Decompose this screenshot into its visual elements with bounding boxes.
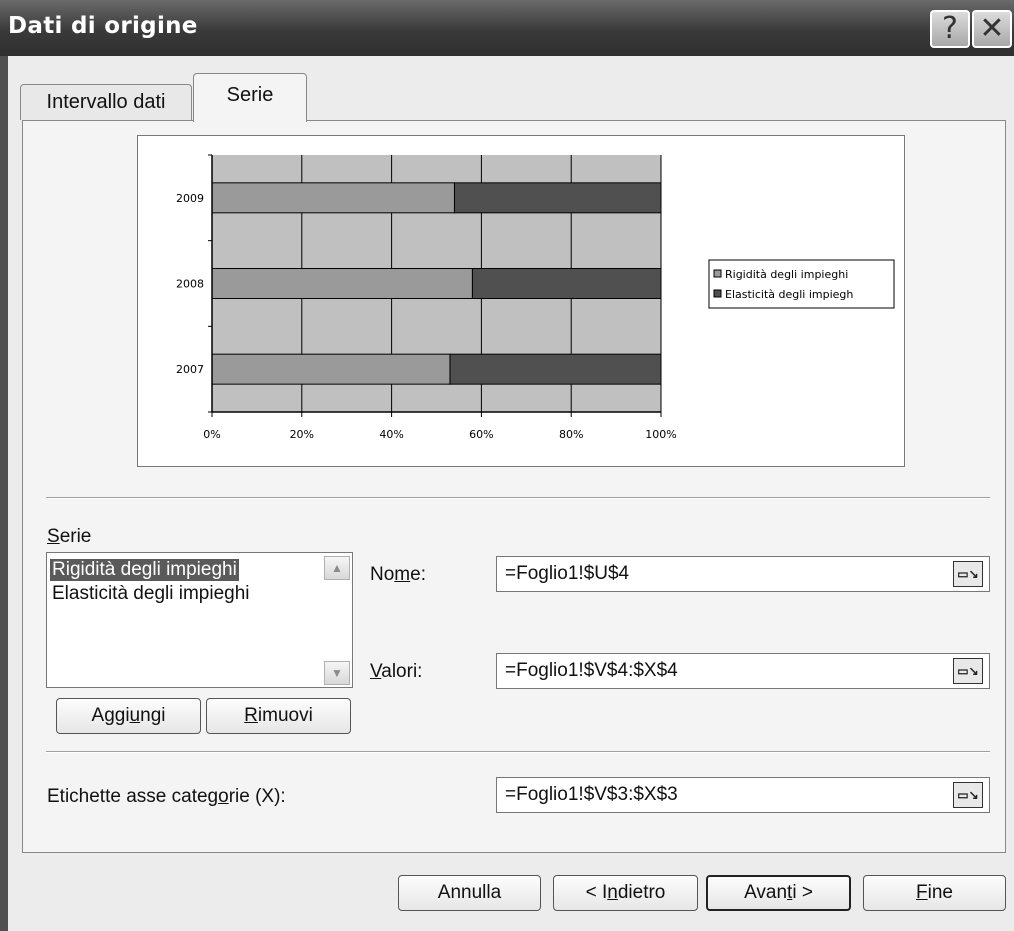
name-field-value: =Foglio1!$U$4 xyxy=(505,563,630,584)
legend-swatch xyxy=(713,289,722,298)
separator xyxy=(46,751,990,753)
dialog-title: Dati di origine xyxy=(8,13,198,39)
scroll-down-arrow-icon[interactable]: ▼ xyxy=(324,661,350,685)
series-list[interactable]: Rigidità degli impieghi Elasticità degli… xyxy=(46,552,353,688)
bar xyxy=(471,268,662,299)
back-button[interactable]: < Indietro xyxy=(553,875,698,911)
chart-svg: 0% 20% 40% 60% 80% 100% 2009 2008 2007 Rigidità d… xyxy=(176,154,895,441)
title-bar: Dati di origine ? ✕ xyxy=(0,0,1014,56)
values-field-value: =Foglio1!$V$4:$X$4 xyxy=(505,660,678,681)
next-button[interactable]: Avanti > xyxy=(706,875,851,911)
bar xyxy=(211,182,455,214)
remove-series-button[interactable]: Rimuovi xyxy=(206,698,351,734)
name-label: Nome: xyxy=(370,564,426,585)
legend-swatch xyxy=(713,269,722,278)
name-field[interactable]: =Foglio1!$U$4 ▭↘ xyxy=(496,556,990,592)
window-border xyxy=(0,56,8,931)
bar xyxy=(211,353,451,385)
source-data-dialog: Dati di origine ? ✕ Intervallo dati Seri… xyxy=(0,0,1014,931)
range-picker-icon[interactable]: ▭↘ xyxy=(953,561,983,587)
cancel-button[interactable]: Annulla xyxy=(398,875,541,911)
values-field[interactable]: =Foglio1!$V$4:$X$4 ▭↘ xyxy=(496,653,990,689)
bar xyxy=(211,268,473,299)
legend-entry: Elasticità degli impiegh xyxy=(725,288,853,301)
y-tick-label: 2008 xyxy=(176,278,204,291)
range-picker-icon[interactable]: ▭↘ xyxy=(953,658,983,684)
x-tick-label: 20% xyxy=(290,428,314,441)
chart-preview: 0% 20% 40% 60% 80% 100% 2009 2008 2007 Rigidità d… xyxy=(137,135,905,467)
values-label: Valori: xyxy=(370,661,423,682)
x-tick-label: 60% xyxy=(469,428,493,441)
bar xyxy=(453,182,662,214)
finish-button[interactable]: Fine xyxy=(863,875,1006,911)
series-list-item[interactable]: Rigidità degli impieghi xyxy=(50,559,239,581)
category-axis-field[interactable]: =Foglio1!$V$3:$X$3 ▭↘ xyxy=(496,777,990,813)
tab-series[interactable]: Serie xyxy=(193,73,307,122)
x-tick-label: 80% xyxy=(559,428,583,441)
series-label-rest: erie xyxy=(59,526,92,547)
help-button[interactable]: ? xyxy=(930,10,970,48)
x-tick-label: 40% xyxy=(379,428,403,441)
series-label-mnemonic: S xyxy=(47,526,60,547)
series-list-item[interactable]: Elasticità degli impieghi xyxy=(50,583,252,605)
close-button[interactable]: ✕ xyxy=(972,10,1012,48)
separator xyxy=(46,497,990,499)
scroll-up-arrow-icon[interactable]: ▲ xyxy=(324,556,350,580)
legend-entry: Rigidità degli impieghi xyxy=(725,268,848,281)
category-axis-field-value: =Foglio1!$V$3:$X$3 xyxy=(505,784,678,805)
add-series-button[interactable]: Aggiungi xyxy=(56,698,201,734)
x-tick-label: 0% xyxy=(203,428,220,441)
bar xyxy=(449,353,662,385)
x-tick-label: 100% xyxy=(645,428,676,441)
tab-data-range[interactable]: Intervallo dati xyxy=(20,84,192,120)
y-tick-label: 2009 xyxy=(176,192,204,205)
series-label: Serie xyxy=(47,526,91,548)
category-axis-label: Etichette asse categorie (X): xyxy=(47,786,286,807)
y-tick-label: 2007 xyxy=(176,363,204,376)
range-picker-icon[interactable]: ▭↘ xyxy=(953,782,983,808)
